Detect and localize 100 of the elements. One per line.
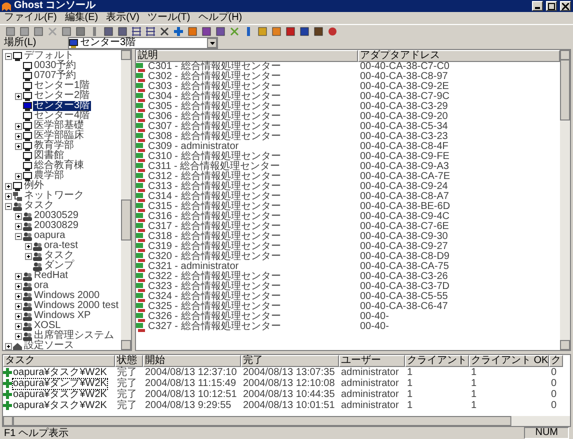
machine-name[interactable]: C317 - 総合情報処理センター [146, 222, 281, 232]
tree-item[interactable]: Windows XP [33, 311, 92, 321]
machine-name[interactable]: C303 - 総合情報処理センター [146, 82, 281, 92]
expand-icon[interactable] [15, 122, 22, 130]
tree-item[interactable]: 医学部臨床 [33, 131, 85, 141]
toolbar-button[interactable] [200, 25, 212, 37]
column-header[interactable]: 説明 [136, 50, 358, 62]
machine-name[interactable]: C327 - 総合情報処理センター [146, 322, 281, 332]
machine-name[interactable]: C315 - 総合情報処理センター [146, 202, 281, 212]
tree-item[interactable]: Windows 2000 [33, 291, 101, 301]
toolbar-button[interactable] [326, 25, 338, 37]
expand-icon[interactable] [15, 312, 22, 320]
tree-item[interactable]: 0707予約 [33, 71, 78, 81]
tree-item[interactable]: タスク [23, 201, 55, 211]
machine-name[interactable]: C323 - 総合情報処理センター [146, 282, 281, 292]
tree-item[interactable]: 例外 [23, 181, 45, 191]
machine-name[interactable]: C309 - administrator [146, 142, 239, 152]
toolbar-button[interactable] [172, 25, 184, 37]
collapse-icon[interactable] [15, 232, 22, 240]
column-header[interactable]: 状態 [115, 355, 143, 367]
machine-name[interactable]: C304 - 総合情報処理センター [146, 92, 281, 102]
toolbar-button[interactable] [4, 25, 16, 37]
machine-name[interactable]: C313 - 総合情報処理センター [146, 182, 281, 192]
machine-name[interactable]: C310 - 総合情報処理センター [146, 152, 281, 162]
toolbar-button[interactable] [32, 25, 44, 37]
collapse-icon[interactable] [5, 52, 12, 60]
menu-item[interactable]: ファイル(F) [4, 12, 57, 24]
task-name[interactable]: oapura¥タスク¥W2K [13, 368, 107, 378]
expand-icon[interactable] [25, 252, 32, 260]
tree-item[interactable]: ネットワーク [23, 191, 85, 201]
tree-item[interactable]: 教育学部 [33, 141, 75, 151]
expand-icon[interactable] [15, 172, 22, 180]
machine-name[interactable]: C318 - 総合情報処理センター [146, 232, 281, 242]
minimize-button[interactable] [532, 1, 543, 11]
machine-name[interactable]: C311 - 総合情報処理センター [146, 162, 280, 172]
task-name[interactable]: oapura¥ダンプ¥W2K [13, 378, 107, 388]
vertical-scrollbar[interactable] [121, 50, 131, 350]
tree-item[interactable]: 出席管理システム [33, 331, 115, 341]
toolbar-button[interactable] [186, 25, 198, 37]
tree-item[interactable]: ora-test [43, 241, 79, 251]
machine-name[interactable]: C307 - 総合情報処理センター [146, 122, 281, 132]
toolbar-button[interactable] [312, 25, 324, 37]
tree-item[interactable]: 0030予約 [33, 61, 78, 71]
machine-name[interactable]: C314 - 総合情報処理センター [146, 192, 281, 202]
toolbar-button[interactable] [74, 25, 86, 37]
toolbar-button[interactable] [102, 25, 114, 37]
maximize-button[interactable] [546, 1, 557, 11]
menu-item[interactable]: ヘルプ(H) [198, 12, 242, 24]
machine-name[interactable]: C312 - 総合情報処理センター [146, 172, 281, 182]
tree-item[interactable]: ダンプ [43, 261, 75, 271]
machine-name[interactable]: C316 - 総合情報処理センター [146, 212, 281, 222]
toolbar-button[interactable] [298, 25, 310, 37]
machine-name[interactable]: C319 - 総合情報処理センター [146, 242, 281, 252]
expand-icon[interactable] [15, 92, 22, 100]
column-header[interactable]: タスク [3, 355, 115, 367]
toolbar-button[interactable] [214, 25, 226, 37]
expand-icon[interactable] [15, 322, 22, 330]
tree-item[interactable]: 20030829 [33, 221, 80, 231]
machine-name[interactable]: C326 - 総合情報処理センター [146, 312, 281, 322]
machine-name[interactable]: C301 - 総合情報処理センター [146, 62, 281, 72]
tree-item[interactable]: XOSL [33, 321, 62, 331]
machine-name[interactable]: C306 - 総合情報処理センター [146, 112, 281, 122]
expand-icon[interactable] [15, 302, 22, 310]
toolbar-button[interactable] [158, 25, 170, 37]
horizontal-scrollbar[interactable] [3, 416, 570, 426]
tree-item[interactable]: oapura [33, 231, 66, 241]
tree-item[interactable]: センター2階 [33, 91, 91, 101]
expand-icon[interactable] [25, 242, 32, 250]
tree-item[interactable]: ora [33, 281, 50, 291]
tree-item[interactable]: RedHat [33, 271, 69, 281]
tree-item[interactable]: センター1階 [33, 81, 91, 91]
machine-name[interactable]: C322 - 総合情報処理センター [146, 272, 281, 282]
column-header[interactable]: クライアント [405, 355, 469, 367]
expand-icon[interactable] [15, 292, 22, 300]
expand-icon[interactable] [15, 132, 22, 140]
machine-name[interactable]: C321 - administrator [146, 262, 239, 272]
toolbar-button[interactable] [116, 25, 128, 37]
tree-item[interactable]: センター4階 [33, 111, 91, 121]
tree-item[interactable]: 図書館 [33, 151, 65, 161]
tree-item[interactable]: デフォルト [23, 51, 75, 61]
toolbar-button[interactable] [270, 25, 282, 37]
machine-name[interactable]: C302 - 総合情報処理センター [146, 72, 281, 82]
tree-item[interactable]: Windows 2000 test [33, 301, 120, 311]
expand-icon[interactable] [15, 332, 22, 340]
machine-name[interactable]: C325 - 総合情報処理センター [146, 302, 281, 312]
toolbar-button[interactable] [256, 25, 268, 37]
toolbar-button[interactable] [130, 25, 142, 37]
column-header[interactable]: ユーザー [339, 355, 405, 367]
machine-name[interactable]: C308 - 総合情報処理センター [146, 132, 281, 142]
machine-name[interactable]: C324 - 総合情報処理センター [146, 292, 281, 302]
tree-item[interactable]: 農学部 [33, 171, 65, 181]
tree-item[interactable]: 総合教育棟 [33, 161, 85, 171]
toolbar-button[interactable] [284, 25, 296, 37]
toolbar-button[interactable] [18, 25, 30, 37]
expand-icon[interactable] [15, 282, 22, 290]
vertical-scrollbar[interactable] [560, 50, 570, 350]
task-name[interactable]: oapura¥タスク¥W2K [13, 390, 107, 400]
expand-icon[interactable] [5, 192, 12, 200]
expand-icon[interactable] [5, 182, 12, 190]
column-header[interactable]: クライアント OK [469, 355, 549, 367]
